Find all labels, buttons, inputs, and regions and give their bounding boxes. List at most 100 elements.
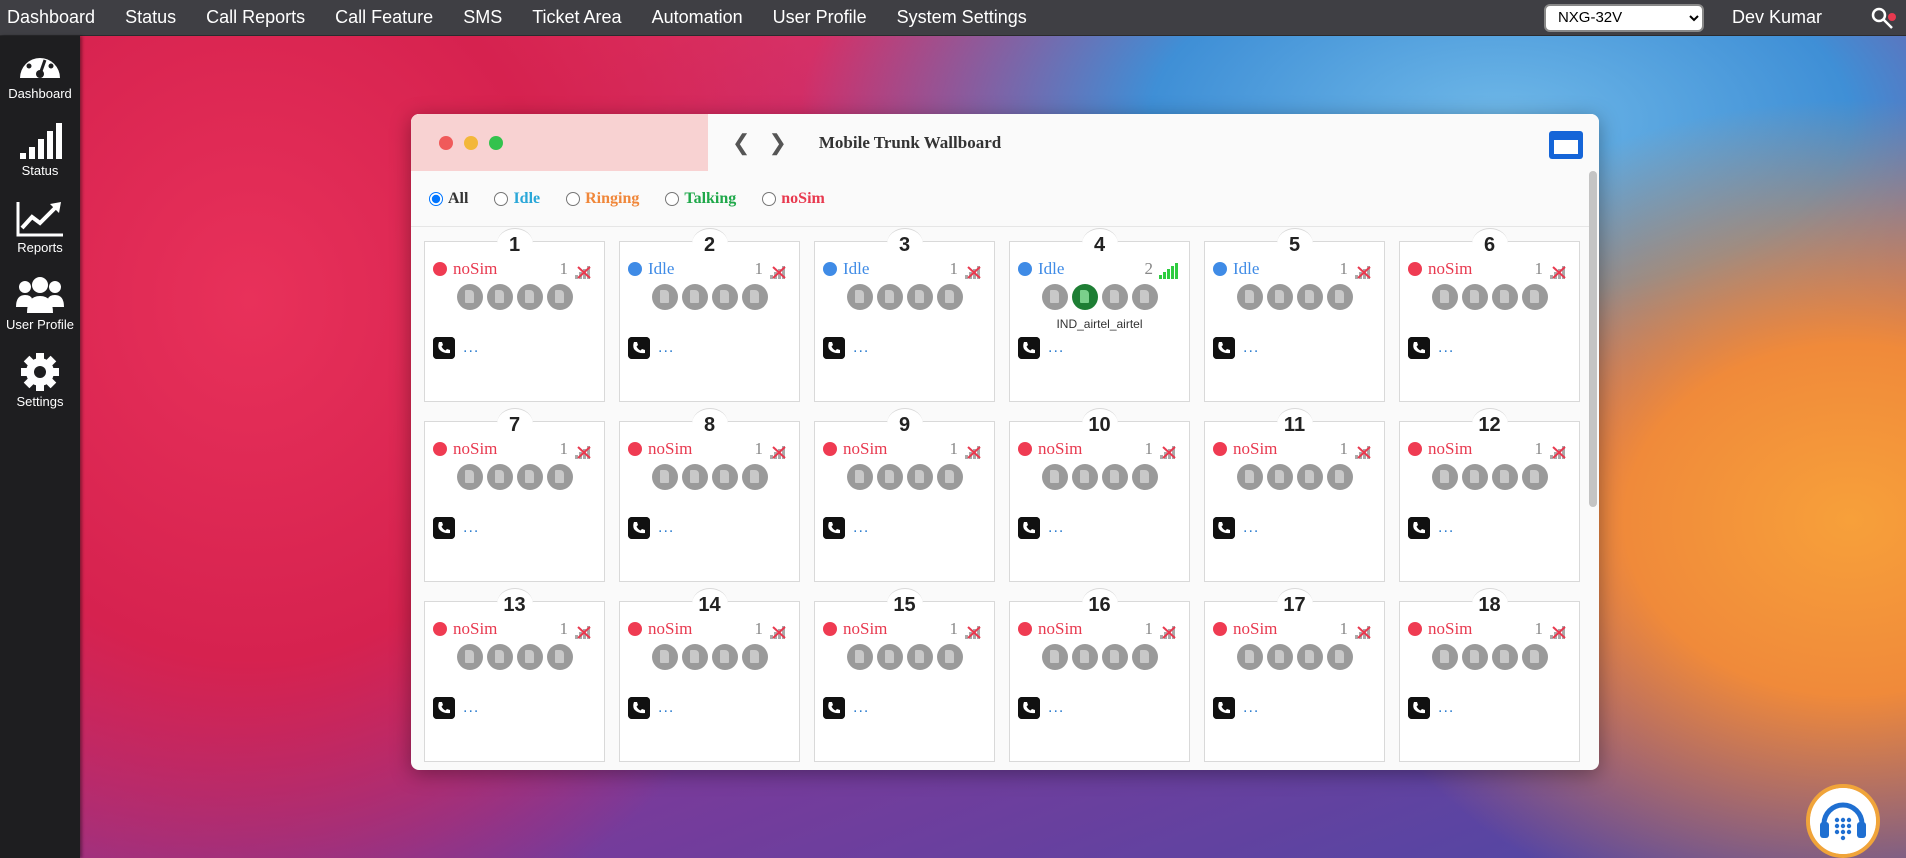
trunk-card[interactable]: 2 Idle 1 ... (619, 228, 800, 402)
sim-slot-icon[interactable] (1101, 644, 1128, 670)
sim-slot-icon[interactable] (1266, 644, 1293, 670)
sim-slot-icon[interactable] (1041, 284, 1068, 310)
sim-slot-icon[interactable] (1296, 284, 1323, 310)
sim-slot-icon[interactable] (681, 284, 708, 310)
chevron-left-icon[interactable]: ❮ (732, 130, 750, 156)
trunk-card[interactable]: 15 noSim 1 ... (814, 588, 995, 762)
sim-slot-icon[interactable] (1461, 284, 1488, 310)
filter-talking[interactable]: Talking (665, 190, 736, 208)
sim-slot-icon[interactable] (1041, 644, 1068, 670)
call-info-link[interactable]: ... (1048, 339, 1064, 357)
phone-icon[interactable] (1408, 337, 1430, 359)
phone-icon[interactable] (1213, 697, 1235, 719)
zoom-dot-button[interactable] (489, 135, 503, 150)
sim-slot-icon[interactable] (1131, 644, 1158, 670)
phone-icon[interactable] (823, 337, 845, 359)
sim-slot-icon[interactable] (456, 284, 483, 310)
sim-slot-icon[interactable] (1071, 464, 1098, 490)
trunk-card[interactable]: 3 Idle 1 ... (814, 228, 995, 402)
trunk-card[interactable]: 14 noSim 1 ... (619, 588, 800, 762)
sim-slot-icon[interactable] (936, 464, 963, 490)
sim-slot-icon[interactable] (681, 464, 708, 490)
trunk-card[interactable]: 12 noSim 1 ... (1399, 408, 1580, 582)
call-info-link[interactable]: ... (463, 339, 479, 357)
device-select[interactable]: NXG-32V (1543, 3, 1704, 32)
menu-dashboard[interactable]: Dashboard (0, 7, 110, 28)
phone-icon[interactable] (1408, 517, 1430, 539)
menu-sms[interactable]: SMS (448, 7, 517, 28)
sim-slot-icon[interactable] (1461, 464, 1488, 490)
trunk-card[interactable]: 1 noSim 1 ... (424, 228, 605, 402)
phone-icon[interactable] (628, 697, 650, 719)
filter-all-radio[interactable] (429, 191, 443, 206)
sim-slot-icon[interactable] (1131, 284, 1158, 310)
phone-icon[interactable] (433, 337, 455, 359)
menu-status[interactable]: Status (110, 7, 191, 28)
phone-icon[interactable] (433, 517, 455, 539)
sim-slot-icon[interactable] (516, 284, 543, 310)
sim-slot-icon[interactable] (486, 464, 513, 490)
menu-call-feature[interactable]: Call Feature (320, 7, 448, 28)
trunk-card[interactable]: 7 noSim 1 ... (424, 408, 605, 582)
trunk-card[interactable]: 10 noSim 1 ... (1009, 408, 1190, 582)
trunk-card[interactable]: 6 noSim 1 ... (1399, 228, 1580, 402)
sim-slot-icon[interactable] (1491, 644, 1518, 670)
sim-slot-icon[interactable] (906, 284, 933, 310)
sim-slot-icon[interactable] (1491, 464, 1518, 490)
trunk-card[interactable]: 4 Idle 2 IND_airtel_airtel ... (1009, 228, 1190, 402)
sim-slot-icon[interactable] (846, 644, 873, 670)
trunk-grid-viewport[interactable]: 1 noSim 1 ... 2 Idle 1 ... 3 Idle 1 ... … (411, 226, 1589, 770)
sim-slot-icon[interactable] (1266, 284, 1293, 310)
filter-nosim[interactable]: noSim (762, 190, 825, 208)
sidebar-item-status[interactable]: Status (0, 113, 80, 190)
phone-icon[interactable] (1408, 697, 1430, 719)
sim-slot-icon[interactable] (1491, 284, 1518, 310)
menu-system-settings[interactable]: System Settings (882, 7, 1042, 28)
sidebar-item-user-profile[interactable]: User Profile (0, 267, 80, 344)
trunk-card[interactable]: 13 noSim 1 ... (424, 588, 605, 762)
sim-slot-icon[interactable] (741, 644, 768, 670)
trunk-card[interactable]: 9 noSim 1 ... (814, 408, 995, 582)
sim-slot-icon[interactable] (1461, 644, 1488, 670)
sim-slot-icon[interactable] (1071, 644, 1098, 670)
sim-slot-icon[interactable] (1101, 284, 1128, 310)
sim-slot-icon[interactable] (711, 284, 738, 310)
sim-slot-icon[interactable] (651, 644, 678, 670)
trunk-card[interactable]: 18 noSim 1 ... (1399, 588, 1580, 762)
chevron-right-icon[interactable]: ❯ (768, 130, 786, 156)
call-info-link[interactable]: ... (1438, 519, 1454, 537)
sidebar-item-settings[interactable]: Settings (0, 344, 80, 421)
call-info-link[interactable]: ... (853, 519, 869, 537)
filter-ringing[interactable]: Ringing (566, 190, 639, 208)
sidebar-item-reports[interactable]: Reports (0, 190, 80, 267)
support-headset-button[interactable] (1806, 784, 1880, 858)
sim-slot-icon[interactable] (1236, 644, 1263, 670)
window-scrollbar[interactable] (1589, 171, 1597, 507)
phone-icon[interactable] (433, 697, 455, 719)
sim-slot-icon[interactable] (1266, 464, 1293, 490)
sim-slot-icon[interactable] (1431, 644, 1458, 670)
filter-talking-radio[interactable] (665, 191, 680, 206)
trunk-card[interactable]: 8 noSim 1 ... (619, 408, 800, 582)
sim-slot-icon[interactable] (711, 644, 738, 670)
sim-slot-icon[interactable] (651, 284, 678, 310)
sim-slot-icon[interactable] (1521, 284, 1548, 310)
minimize-dot-button[interactable] (464, 135, 478, 150)
trunk-card[interactable]: 11 noSim 1 ... (1204, 408, 1385, 582)
trunk-card[interactable]: 17 noSim 1 ... (1204, 588, 1385, 762)
sim-slot-icon[interactable] (1296, 464, 1323, 490)
sim-slot-icon[interactable] (1236, 464, 1263, 490)
sim-slot-icon[interactable] (1521, 644, 1548, 670)
call-info-link[interactable]: ... (658, 519, 674, 537)
call-info-link[interactable]: ... (463, 519, 479, 537)
sim-slot-icon[interactable] (1131, 464, 1158, 490)
sim-slot-icon[interactable] (651, 464, 678, 490)
sim-slot-icon[interactable] (516, 464, 543, 490)
sim-slot-icon[interactable] (906, 644, 933, 670)
call-info-link[interactable]: ... (658, 699, 674, 717)
sim-slot-icon[interactable] (486, 644, 513, 670)
sim-slot-icon[interactable] (876, 644, 903, 670)
sim-slot-icon[interactable] (741, 284, 768, 310)
trunk-card[interactable]: 16 noSim 1 ... (1009, 588, 1190, 762)
sim-slot-icon[interactable] (936, 644, 963, 670)
